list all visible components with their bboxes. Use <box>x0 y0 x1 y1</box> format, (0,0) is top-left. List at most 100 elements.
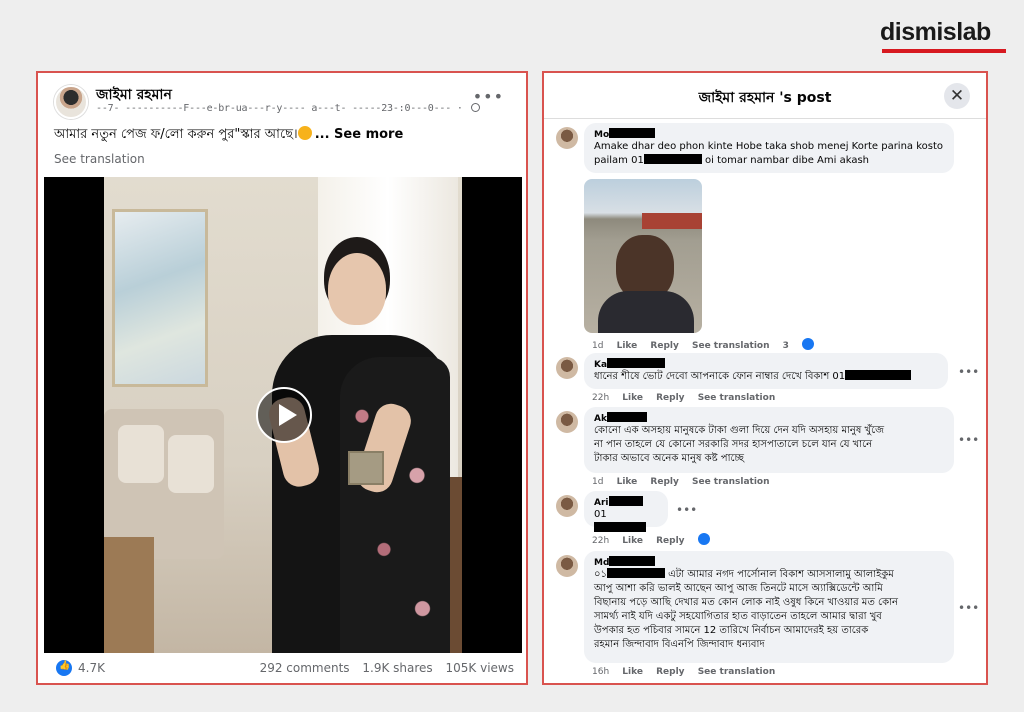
video-wall-painting <box>112 209 208 387</box>
commenter-avatar[interactable] <box>556 411 578 433</box>
reaction-count[interactable]: 4.7K <box>78 661 105 675</box>
see-translation-link[interactable]: See translation <box>54 152 145 166</box>
redaction-bar <box>609 128 656 138</box>
photo-train <box>642 213 702 229</box>
redaction-bar <box>607 568 665 578</box>
comment-bubble: Ka ধানের শীষে ভোট দেবো আপনাকে ফোন নাম্বা… <box>584 353 948 389</box>
commenter-name[interactable]: Md <box>594 556 944 568</box>
reply-button[interactable]: Reply <box>650 341 678 351</box>
video-saree <box>340 357 450 653</box>
reply-button[interactable]: Reply <box>650 477 678 487</box>
commenter-avatar[interactable] <box>556 127 578 149</box>
like-reaction-icon <box>697 533 710 545</box>
commenter-avatar[interactable] <box>556 495 578 517</box>
redaction-bar <box>609 556 656 566</box>
post-video[interactable] <box>44 177 522 653</box>
like-button[interactable]: Like <box>617 477 638 487</box>
comment-text: আপু আশা করি ভালই আছেন আপু আজ তিনটে মাসে … <box>594 583 883 594</box>
author-avatar[interactable] <box>54 85 88 119</box>
like-button[interactable]: Like <box>622 536 643 546</box>
commenter-avatar[interactable] <box>556 357 578 379</box>
like-button[interactable]: Like <box>622 667 643 677</box>
comment-text: কোনো এক অসহায় মানুষকে টাকা গুলা দিয়ে দ… <box>594 425 885 436</box>
commenter-name[interactable]: Ak <box>594 412 944 424</box>
video-cushion <box>168 435 214 493</box>
commenter-avatar[interactable] <box>556 555 578 577</box>
redaction-bar <box>607 358 666 368</box>
post-body: আমার নতুন পেজ ফ/লো করুন পুর"স্কার আছে। <box>54 127 298 142</box>
comments-header: জাইমা রহমান 's post ✕ <box>544 73 986 119</box>
comment-actions: 22h Like Reply See translation <box>592 393 785 403</box>
comment-text: pailam 01 <box>594 155 644 166</box>
comment-time[interactable]: 22h <box>592 536 609 546</box>
views-count: 105K views <box>445 661 514 675</box>
see-more-link[interactable]: ... See more <box>315 127 404 142</box>
comment-actions: 1d Like Reply See translation 3 <box>592 338 834 351</box>
commenter-name[interactable]: Mo <box>594 128 944 140</box>
redaction-bar <box>845 370 912 380</box>
logo-text: dismislab <box>880 18 991 46</box>
dismislab-logo: dismislab <box>880 18 1006 56</box>
post-timestamp[interactable]: --7- ----------F---e-br-ua---r-y---- a--… <box>96 103 463 114</box>
comment-text: না পান তাহলে যে কোনো সরকারি সদর হাসপাতাল… <box>594 439 873 450</box>
post-text: আমার নতুন পেজ ফ/লো করুন পুর"স্কার আছে।..… <box>54 125 403 146</box>
comment-more-icon[interactable]: ••• <box>958 433 979 447</box>
post-meta: --7- ----------F---e-br-ua---r-y---- a--… <box>96 103 480 114</box>
commenter-name[interactable]: Ari <box>594 496 658 508</box>
post-panel: জাইমা রহমান --7- ----------F---e-br-ua--… <box>36 71 528 685</box>
comment-text: বিছানায় পড়ে আছি দেখার মত কোন লোক নাই ও… <box>594 597 898 608</box>
video-cushion <box>118 425 164 483</box>
comment-time[interactable]: 1d <box>592 477 603 487</box>
comment-time[interactable]: 22h <box>592 393 609 403</box>
comment-photo[interactable] <box>584 179 702 333</box>
redaction-bar <box>643 154 702 164</box>
like-reaction-icon <box>802 338 815 350</box>
comments-count[interactable]: 292 comments <box>260 661 350 675</box>
reply-button[interactable]: Reply <box>656 536 684 546</box>
comment-actions: 22h Like Reply <box>592 533 720 546</box>
comment-text: Amake dhar deo phon kinte Hobe taka shob… <box>594 141 944 152</box>
comment-text: এটা আমার নগদ পার্সোনাল বিকাশ আসসালামু আল… <box>665 569 894 580</box>
reply-button[interactable]: Reply <box>656 667 684 677</box>
comment-bubble: Ari 01 <box>584 491 668 532</box>
comment-time[interactable]: 1d <box>592 341 603 351</box>
video-side-table <box>104 537 154 653</box>
photo-shirt <box>598 291 694 333</box>
redaction-bar <box>608 496 643 506</box>
comment-text: ধানের শীষে ভোট দেবো আপনাকে ফোন নাম্বার দ… <box>594 371 846 382</box>
redaction-bar <box>606 412 647 422</box>
post-stats: 4.7K 292 comments 1.9K shares 105K views <box>54 659 514 679</box>
comment-more-icon[interactable]: ••• <box>958 601 979 615</box>
comments-panel-title: জাইমা রহমান 's post <box>698 90 832 106</box>
see-translation-button[interactable]: See translation <box>692 477 770 487</box>
comment-bubble: Mo Amake dhar deo phon kinte Hobe taka s… <box>584 123 954 173</box>
comment-bubble: Md ০১ এটা আমার নগদ পার্সোনাল বিকাশ আসসাল… <box>584 551 954 663</box>
video-money-bundle <box>348 451 384 485</box>
like-reaction-icon <box>56 660 72 676</box>
comment-text: সামর্থ্য নাই যদি একটু সহযোগিতার হাত বাড়… <box>594 611 882 622</box>
comment-text: রহমান জিন্দাবাদ বিএনপি জিন্দাবাদ ধন্যবাদ <box>594 639 765 650</box>
like-button[interactable]: Like <box>622 393 643 403</box>
redaction-bar <box>594 522 646 532</box>
see-translation-button[interactable]: See translation <box>698 393 776 403</box>
comments-panel: জাইমা রহমান 's post ✕ Mo Amake dhar deo … <box>542 71 988 685</box>
like-button[interactable]: Like <box>617 341 638 351</box>
comment-reaction-count: 3 <box>783 338 824 351</box>
see-translation-button[interactable]: See translation <box>698 667 776 677</box>
comment-more-icon[interactable]: ••• <box>958 365 979 379</box>
commenter-name[interactable]: Ka <box>594 358 938 370</box>
play-icon[interactable] <box>256 387 312 443</box>
comment-actions: 16h Like Reply See translation <box>592 667 785 677</box>
more-dots-icon[interactable]: ••• <box>473 87 504 106</box>
reply-button[interactable]: Reply <box>656 393 684 403</box>
see-translation-button[interactable]: See translation <box>692 341 770 351</box>
comment-text: oi tomar nambar dibe Ami akash <box>701 155 869 166</box>
comment-more-icon[interactable]: ••• <box>676 503 697 517</box>
comment-actions: 1d Like Reply See translation <box>592 477 780 487</box>
shares-count[interactable]: 1.9K shares <box>362 661 432 675</box>
comment-text: উপকার হত পচিবার সামনে 12 তারিখে নির্বাচন… <box>594 625 869 636</box>
close-icon[interactable]: ✕ <box>944 83 970 109</box>
heart-face-emoji-icon <box>297 126 312 140</box>
logo-underline <box>882 49 1006 53</box>
comment-time[interactable]: 16h <box>592 667 609 677</box>
